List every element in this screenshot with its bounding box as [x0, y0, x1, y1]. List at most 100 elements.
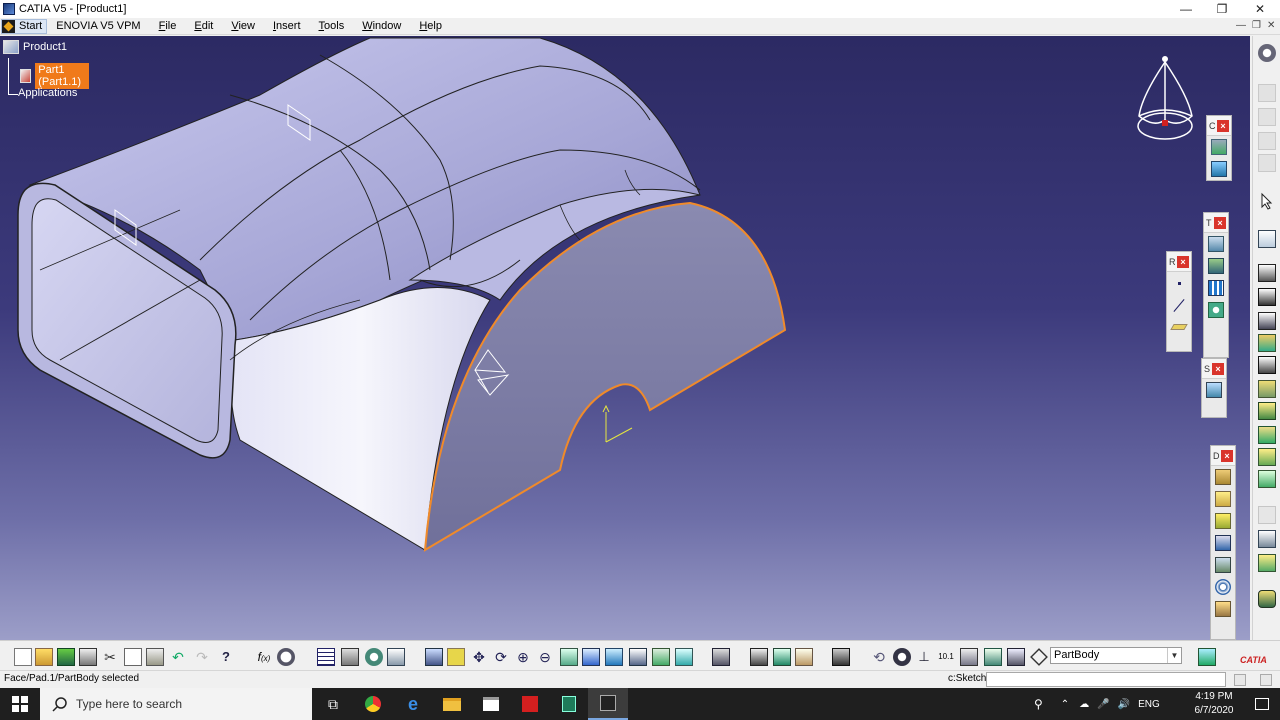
- multi-section-icon[interactable]: [1258, 448, 1276, 466]
- disabled-tool-2-icon[interactable]: [1258, 108, 1276, 126]
- body-select[interactable]: PartBody ▼: [1050, 647, 1182, 664]
- axis-icon[interactable]: ⊥: [915, 648, 933, 666]
- disabled-tool-3-icon[interactable]: [1258, 132, 1276, 150]
- decimal-icon[interactable]: 10.1: [937, 648, 955, 666]
- body-icon[interactable]: [1030, 648, 1048, 666]
- new-file-icon[interactable]: [14, 648, 32, 666]
- snap-icon[interactable]: [984, 648, 1002, 666]
- calculator-taskbar-button[interactable]: [549, 688, 589, 720]
- hole-icon[interactable]: [1258, 356, 1276, 374]
- measure-icon[interactable]: [1258, 590, 1276, 608]
- taskbar-clock[interactable]: 4:19 PM 6/7/2020: [1186, 690, 1242, 718]
- volume-icon[interactable]: 🔊: [1118, 699, 1130, 710]
- windows-start-button[interactable]: [0, 688, 40, 720]
- copy-icon[interactable]: [124, 648, 142, 666]
- 3d-viewport[interactable]: Product1 Part1 (Part1.1) Applications C ×: [0, 36, 1250, 640]
- parameter-icon[interactable]: [387, 648, 405, 666]
- chevron-down-icon[interactable]: ▼: [1167, 648, 1181, 663]
- people-icon[interactable]: ⚲: [1034, 697, 1043, 711]
- task-view-button[interactable]: ⧉: [313, 688, 353, 720]
- status-icon-2[interactable]: [1260, 674, 1272, 686]
- slot-icon[interactable]: [1258, 402, 1276, 420]
- capture-icon[interactable]: [832, 648, 850, 666]
- tree-item-product1[interactable]: Product1: [3, 40, 67, 54]
- zoom-in-icon[interactable]: ⊕: [514, 648, 532, 666]
- acrobat-taskbar-button[interactable]: [510, 688, 550, 720]
- point-tool-button[interactable]: [1167, 272, 1191, 294]
- toolbar-close-button[interactable]: ×: [1214, 216, 1226, 229]
- save-icon[interactable]: [57, 648, 75, 666]
- toolbar-close-button[interactable]: ×: [1177, 255, 1189, 268]
- settings-gear-icon[interactable]: [1258, 44, 1276, 62]
- multi-view-icon[interactable]: [582, 648, 600, 666]
- tree-item-applications[interactable]: Applications: [18, 87, 77, 99]
- rib-icon[interactable]: [1258, 380, 1276, 398]
- split-icon[interactable]: [1258, 530, 1276, 548]
- iso-view-icon[interactable]: [605, 648, 623, 666]
- rotate-icon[interactable]: ⟳: [492, 648, 510, 666]
- layer-icon[interactable]: [1007, 648, 1025, 666]
- explorer-taskbar-button[interactable]: [432, 688, 472, 720]
- shaft-icon[interactable]: [1258, 312, 1276, 330]
- sketcher-icon[interactable]: [1258, 230, 1276, 248]
- redo-icon[interactable]: ↷: [193, 648, 211, 666]
- constraint-display-icon[interactable]: [750, 648, 768, 666]
- open-folder-icon[interactable]: [35, 648, 53, 666]
- paste-icon[interactable]: [146, 648, 164, 666]
- fix-tool-button[interactable]: [1207, 158, 1231, 180]
- disabled-tool-4-icon[interactable]: [1258, 154, 1276, 172]
- hide-show-icon[interactable]: [652, 648, 670, 666]
- fly-mode-icon[interactable]: [425, 648, 443, 666]
- notifications-button[interactable]: [1244, 688, 1280, 720]
- globe-icon[interactable]: [893, 648, 911, 666]
- thick-surface-icon[interactable]: [1258, 554, 1276, 572]
- bottle-icon[interactable]: [795, 648, 813, 666]
- toolbar-close-button[interactable]: ×: [1212, 362, 1224, 375]
- menu-window[interactable]: Window: [353, 19, 410, 34]
- dress-up-tool-7-button[interactable]: [1211, 598, 1235, 620]
- dress-up-tool-5-button[interactable]: [1211, 554, 1235, 576]
- scaling-tool-button[interactable]: [1204, 299, 1228, 321]
- mirror-tool-button[interactable]: [1204, 255, 1228, 277]
- normal-view-icon[interactable]: [560, 648, 578, 666]
- catia-taskbar-button[interactable]: [588, 688, 628, 720]
- pattern-tool-button[interactable]: [1204, 277, 1228, 299]
- 3d-model[interactable]: [0, 36, 1250, 640]
- select-arrow-icon[interactable]: [1258, 192, 1276, 210]
- dress-up-tool-2-button[interactable]: [1211, 488, 1235, 510]
- dress-up-tool-6-button[interactable]: [1211, 576, 1235, 598]
- tree-item-part1[interactable]: Part1 (Part1.1): [20, 63, 89, 89]
- groove-icon[interactable]: [1258, 334, 1276, 352]
- formula-icon[interactable]: f(x): [255, 648, 273, 666]
- cut-icon[interactable]: ✂: [101, 648, 119, 666]
- chevron-up-icon[interactable]: ⌃: [1061, 699, 1069, 710]
- transform-tool-button[interactable]: [1204, 233, 1228, 255]
- comment-icon[interactable]: [277, 648, 295, 666]
- menu-tools[interactable]: Tools: [310, 19, 354, 34]
- catalog-icon[interactable]: [341, 648, 359, 666]
- doc-restore-button[interactable]: ❐: [1252, 20, 1261, 31]
- menu-view[interactable]: View: [222, 19, 264, 34]
- sketch-plane-tool-button[interactable]: [1202, 379, 1226, 401]
- pocket-icon[interactable]: [1258, 288, 1276, 306]
- pan-icon[interactable]: ✥: [470, 648, 488, 666]
- surface-tool-1-icon[interactable]: [1258, 506, 1276, 524]
- toolbar-close-button[interactable]: ×: [1217, 119, 1229, 132]
- line-tool-button[interactable]: [1167, 294, 1191, 316]
- sync-icon[interactable]: ⟲: [870, 648, 888, 666]
- taskbar-search[interactable]: Type here to search: [40, 688, 312, 720]
- print-icon[interactable]: [79, 648, 97, 666]
- stiffener-icon[interactable]: [1258, 426, 1276, 444]
- menu-edit[interactable]: Edit: [185, 19, 222, 34]
- dress-up-tool-4-button[interactable]: [1211, 532, 1235, 554]
- shading-icon[interactable]: [629, 648, 647, 666]
- edge-taskbar-button[interactable]: e: [393, 688, 433, 720]
- dress-up-tool-3-button[interactable]: [1211, 510, 1235, 532]
- grid-icon[interactable]: [960, 648, 978, 666]
- zoom-out-icon[interactable]: ⊖: [536, 648, 554, 666]
- command-input[interactable]: [986, 672, 1226, 687]
- plane-tool-button[interactable]: [1167, 316, 1191, 338]
- close-button[interactable]: ✕: [1242, 0, 1278, 18]
- disabled-tool-1-icon[interactable]: [1258, 84, 1276, 102]
- undo-icon[interactable]: ↶: [169, 648, 187, 666]
